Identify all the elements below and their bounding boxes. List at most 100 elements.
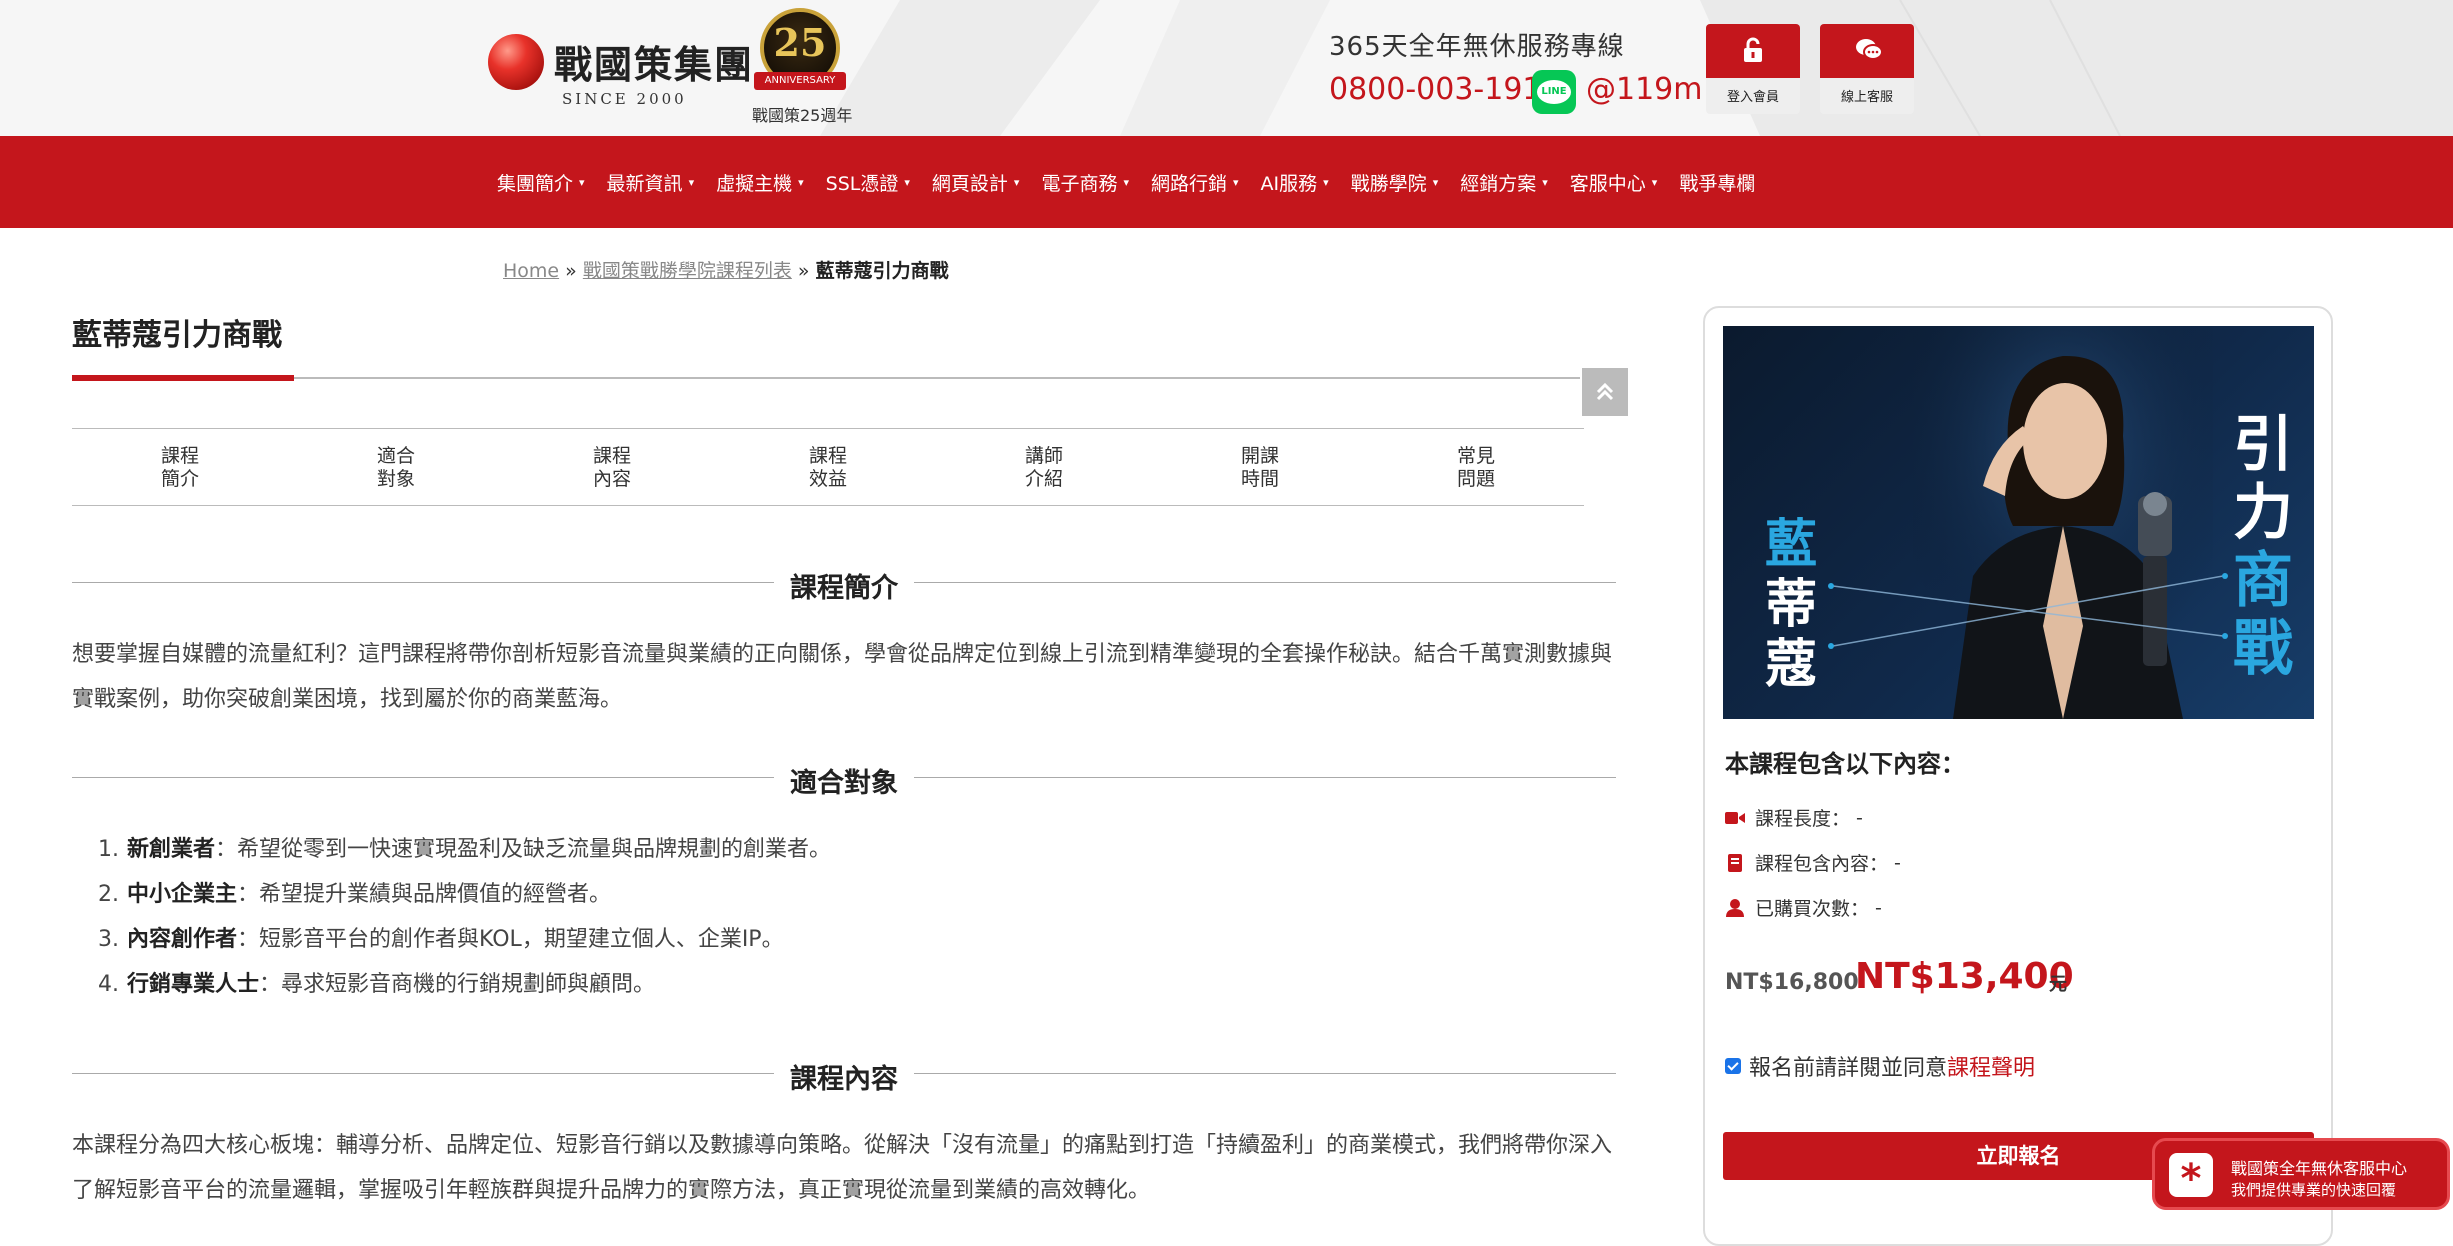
purchase-count-label: 已購買次數： [1755,898,1870,920]
user-icon [1726,898,1744,917]
live-chat-button[interactable]: 線上客服 [1820,24,1914,114]
audience-item-text: ：希望提升業績與品牌價值的經營者。 [237,882,612,907]
chevron-down-icon: ▾ [688,175,695,189]
book-icon [1728,853,1742,872]
nav-item-label: AI服務 [1260,172,1318,195]
course-length-label: 課程長度： [1755,808,1851,830]
section-tab[interactable]: 適合 對象 [288,429,504,505]
cs-line-1: 戰國策全年無休客服中心 [2231,1159,2408,1178]
nav-menu: 集團簡介 ▾ 最新資訊 ▾ 虛擬主機 ▾ SSL憑證 ▾ 網頁設計 ▾ 電子商務 ▾ 網路行銷 ▾ AI服務… [497,136,1777,228]
audience-item-text: ：短影音平台的創作者與KOL，期望建立個人、企業IP。 [237,927,784,952]
title-accent-bar [72,375,294,381]
scroll-to-top-button[interactable] [1582,368,1628,416]
chevron-down-icon: ▾ [1233,175,1239,189]
nav-item[interactable]: 客服中心 ▾ [1570,169,1658,196]
agree-checkbox[interactable] [1725,1058,1741,1074]
section-tab-line2: 介紹 [1024,468,1063,490]
nav-item[interactable]: 經銷方案 ▾ [1460,169,1548,196]
site-logo[interactable]: 戰國策集團 SINCE 2000 [488,30,752,110]
anniversary-number: 25 [773,20,827,65]
audience-item-title: 中小企業主 [127,882,238,907]
section-tab-line1: 常見 [1456,445,1495,467]
line-id[interactable]: @119m [1586,72,1702,107]
nav-item[interactable]: SSL憑證 ▾ [826,169,910,196]
section-tab-line2: 對象 [376,468,415,490]
nav-item-label: 集團簡介 [497,172,574,195]
audience-item: 3. 內容創作者：短影音平台的創作者與KOL，期望建立個人、企業IP。 [98,917,1598,962]
audience-item-text: ：希望從零到一快速實現盈利及缺乏流量與品牌規劃的創業者。 [215,837,832,862]
section-tab-line2: 簡介 [160,468,199,490]
asterisk-icon: * [2169,1153,2213,1202]
live-chat-button-label: 線上客服 [1840,90,1893,105]
original-price: NT$16,800 [1725,970,1859,995]
nav-item[interactable]: 戰勝學院 ▾ [1351,169,1439,196]
section-tab[interactable]: 課程 效益 [720,429,936,505]
chevron-down-icon: ▾ [579,175,585,189]
nav-item-label: 戰勝學院 [1350,172,1427,195]
breadcrumb-home-link[interactable]: Home [503,260,559,282]
cs-line-2: 我們提供專業的快速回覆 [2231,1181,2397,1199]
audience-item-number: 1. [98,837,119,862]
nav-item[interactable]: 網頁設計 ▾ [932,169,1020,196]
anniversary-ribbon: ANNIVERSARY [754,72,846,90]
nav-item[interactable]: AI服務 ▾ [1261,169,1329,196]
purchase-count-row: 已購買次數： - [1725,894,1882,921]
course-banner-image: 藍 蒂 蔻 引 力 商 戰 [1723,326,2314,719]
heading-rule-right [914,582,1616,583]
section-tab[interactable]: 開課 時間 [1152,429,1368,505]
nav-item[interactable]: 網路行銷 ▾ [1151,169,1239,196]
audience-item-title: 內容創作者 [127,927,238,952]
header-background-decoration [820,0,2453,136]
heading-rule-right [914,1073,1616,1074]
site-header: 戰國策集團 SINCE 2000 25 ANNIVERSARY 戰國策25週年 … [0,0,2453,136]
banner-left-char-3: 蔻 [1765,634,1818,695]
nav-item[interactable]: 最新資訊 ▾ [607,169,695,196]
nav-item-label: 虛擬主機 [716,172,793,195]
nav-item[interactable]: 虛擬主機 ▾ [716,169,804,196]
section-heading-audience: 適合對象 [72,757,1616,799]
breadcrumb-course-list-link[interactable]: 戰國策戰勝學院課程列表 [583,260,792,282]
section-tab[interactable]: 課程 內容 [504,429,720,505]
section-tab[interactable]: 課程 簡介 [72,429,288,505]
title-divider [72,377,1580,379]
phone-number[interactable]: 0800-003-191 [1329,72,1542,107]
section-tab[interactable]: 講師 介紹 [936,429,1152,505]
chevron-down-icon: ▾ [1432,175,1439,189]
section-tab-line1: 開課 [1240,445,1279,467]
course-length-value: - [1856,806,1863,829]
course-section-tabs: 課程 簡介 適合 對象 課程 內容 課程 效益 講師 介紹 開課 時間 常見 問題 [72,428,1584,506]
section-tab-line2: 效益 [808,468,847,490]
line-icon[interactable]: LINE [1532,70,1576,114]
audience-item-number: 4. [98,972,119,997]
section-tab-line1: 課程 [160,445,199,467]
breadcrumb: Home » 戰國策戰勝學院課程列表 » 藍蒂蔻引力商戰 [503,256,949,283]
course-length-row: 課程長度： - [1725,804,1863,831]
nav-item-label: 最新資訊 [606,172,683,195]
floating-customer-service[interactable]: * 戰國策全年無休客服中心 我們提供專業的快速回覆 [2152,1138,2450,1210]
chevron-down-icon: ▾ [1123,175,1129,189]
logo-since: SINCE 2000 [562,90,687,108]
chevron-down-icon: ▾ [904,175,910,189]
section-tab-line1: 講師 [1024,445,1063,467]
nav-item[interactable]: 戰爭專欄 [1679,169,1755,196]
nav-item-label: 客服中心 [1569,172,1646,195]
course-statement-link[interactable]: 課程聲明 [1947,1050,2035,1082]
banner-right-char-4: 戰 [2233,614,2293,684]
nav-item[interactable]: 集團簡介 ▾ [497,169,585,196]
breadcrumb-separator: » [559,260,583,282]
audience-item-text: ：尋求短影音商機的行銷規劃師與顧問。 [259,972,656,997]
breadcrumb-separator: » [791,260,816,282]
chevron-down-icon: ▾ [1651,175,1658,189]
chevron-down-icon: ▾ [798,175,804,189]
nav-item[interactable]: 電子商務 ▾ [1041,169,1129,196]
section-tab-line1: 課程 [808,445,847,467]
section-heading-content: 課程內容 [72,1053,1616,1095]
includes-heading: 本課程包含以下內容： [1725,750,1965,778]
service-hotline-label: 365天全年無休服務專線 [1329,32,1625,62]
section-tab[interactable]: 常見 問題 [1368,429,1584,505]
login-button[interactable]: 登入會員 [1706,24,1800,114]
heading-rule-right [914,777,1616,778]
audience-item-title: 行銷專業人士 [127,972,260,997]
anniversary-label: 戰國策25週年 [752,106,853,125]
sale-price: NT$13,400 [1855,956,2074,997]
